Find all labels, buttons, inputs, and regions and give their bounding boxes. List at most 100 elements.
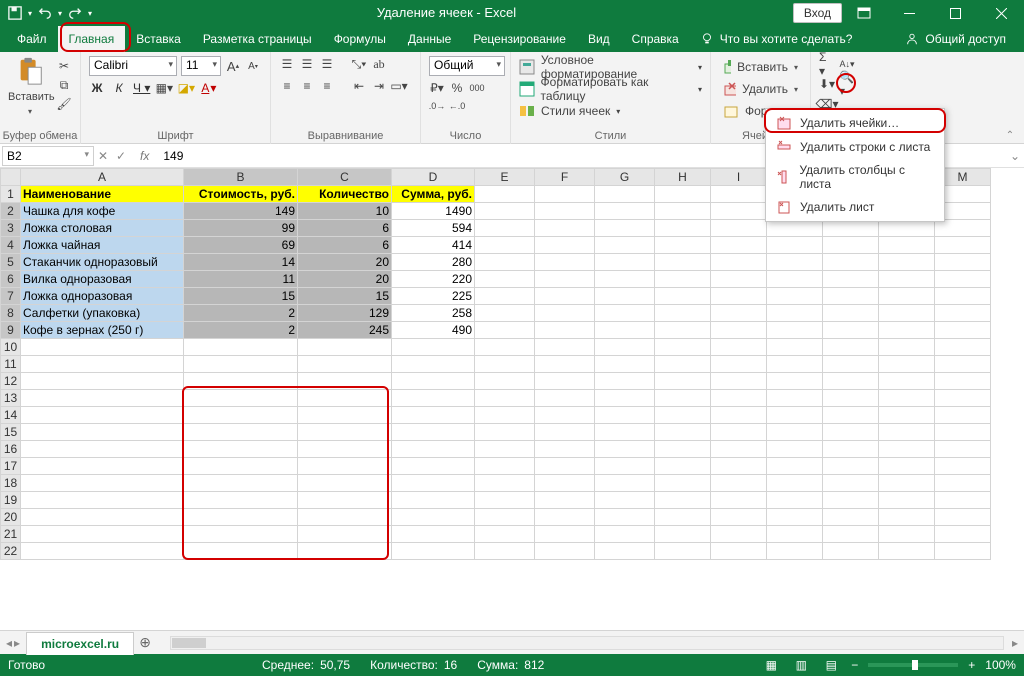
cell-B1[interactable]: Стоимость, руб. [184,186,298,203]
col-header-E[interactable]: E [475,169,535,186]
comma-format-icon[interactable]: 000 [469,80,485,96]
tab-data[interactable]: Данные [397,26,462,52]
cell-M16[interactable] [935,441,991,458]
cell-F19[interactable] [535,492,595,509]
cell-D7[interactable]: 225 [392,288,475,305]
cell-F16[interactable] [535,441,595,458]
tell-me[interactable]: Что вы хотите сделать? [700,32,853,46]
cell-E22[interactable] [475,543,535,560]
cell-J16[interactable] [767,441,823,458]
cell-A15[interactable] [21,424,184,441]
cell-G8[interactable] [595,305,655,322]
cell-K9[interactable] [823,322,879,339]
cell-K6[interactable] [823,271,879,288]
cell-D21[interactable] [392,526,475,543]
cell-G12[interactable] [595,373,655,390]
decrease-indent-icon[interactable]: ⇤ [351,78,367,94]
cell-H12[interactable] [655,373,711,390]
cell-B20[interactable] [184,509,298,526]
cell-A11[interactable] [21,356,184,373]
cell-B5[interactable]: 14 [184,254,298,271]
cell-F13[interactable] [535,390,595,407]
cell-M21[interactable] [935,526,991,543]
cell-K4[interactable] [823,237,879,254]
cell-C6[interactable]: 20 [298,271,392,288]
cell-D14[interactable] [392,407,475,424]
cell-H10[interactable] [655,339,711,356]
minimize-button[interactable] [886,0,932,26]
row-header-6[interactable]: 6 [1,271,21,288]
cell-K8[interactable] [823,305,879,322]
cell-E15[interactable] [475,424,535,441]
save-icon[interactable] [8,6,22,20]
expand-formula-bar-icon[interactable]: ⌄ [1006,149,1024,163]
cell-D13[interactable] [392,390,475,407]
horizontal-scrollbar[interactable] [170,636,1004,650]
cell-B18[interactable] [184,475,298,492]
cell-D1[interactable]: Сумма, руб. [392,186,475,203]
cell-M5[interactable] [935,254,991,271]
cell-M3[interactable] [935,220,991,237]
font-color-button[interactable]: A▾ [200,80,216,96]
cell-E1[interactable] [475,186,535,203]
add-sheet-button[interactable]: ⊕ [134,634,156,651]
cell-J13[interactable] [767,390,823,407]
undo-dropdown-icon[interactable]: ▾ [58,9,62,18]
maximize-button[interactable] [932,0,978,26]
col-header-I[interactable]: I [711,169,767,186]
row-header-8[interactable]: 8 [1,305,21,322]
align-left-icon[interactable]: ≡ [279,78,295,94]
col-header-A[interactable]: A [21,169,184,186]
cell-I17[interactable] [711,458,767,475]
cell-I4[interactable] [711,237,767,254]
cell-H22[interactable] [655,543,711,560]
undo-icon[interactable] [38,6,52,20]
cell-G14[interactable] [595,407,655,424]
fill-icon[interactable]: ⬇▾ [819,76,835,92]
cell-H1[interactable] [655,186,711,203]
cell-M4[interactable] [935,237,991,254]
cell-A5[interactable]: Стаканчик одноразовый [21,254,184,271]
row-header-9[interactable]: 9 [1,322,21,339]
cell-B6[interactable]: 11 [184,271,298,288]
cell-E18[interactable] [475,475,535,492]
collapse-ribbon-icon[interactable]: ⌃ [1002,127,1018,143]
cell-E17[interactable] [475,458,535,475]
cell-F22[interactable] [535,543,595,560]
cell-E14[interactable] [475,407,535,424]
cell-E9[interactable] [475,322,535,339]
col-header-F[interactable]: F [535,169,595,186]
cell-A20[interactable] [21,509,184,526]
cell-styles-button[interactable]: Стили ячеек ▾ [519,100,702,122]
cell-G4[interactable] [595,237,655,254]
tab-view[interactable]: Вид [577,26,621,52]
tab-formulas[interactable]: Формулы [323,26,397,52]
cell-A4[interactable]: Ложка чайная [21,237,184,254]
cell-J18[interactable] [767,475,823,492]
row-header-4[interactable]: 4 [1,237,21,254]
cancel-formula-icon[interactable]: ✕ [94,149,112,163]
cell-H17[interactable] [655,458,711,475]
cell-L9[interactable] [879,322,935,339]
cell-L10[interactable] [879,339,935,356]
cell-F4[interactable] [535,237,595,254]
border-button[interactable]: ▦▾ [156,80,172,96]
cell-K10[interactable] [823,339,879,356]
bold-button[interactable]: Ж [89,81,105,95]
cell-D19[interactable] [392,492,475,509]
wrap-text-icon[interactable]: ab [371,56,387,72]
redo-icon[interactable] [68,6,82,20]
cell-E2[interactable] [475,203,535,220]
cell-B3[interactable]: 99 [184,220,298,237]
cell-L20[interactable] [879,509,935,526]
cell-H9[interactable] [655,322,711,339]
cell-M18[interactable] [935,475,991,492]
cell-A9[interactable]: Кофе в зернах (250 г) [21,322,184,339]
cell-G10[interactable] [595,339,655,356]
select-all-corner[interactable] [1,169,21,186]
cell-F15[interactable] [535,424,595,441]
cell-K20[interactable] [823,509,879,526]
cell-B4[interactable]: 69 [184,237,298,254]
cell-G11[interactable] [595,356,655,373]
cell-D18[interactable] [392,475,475,492]
